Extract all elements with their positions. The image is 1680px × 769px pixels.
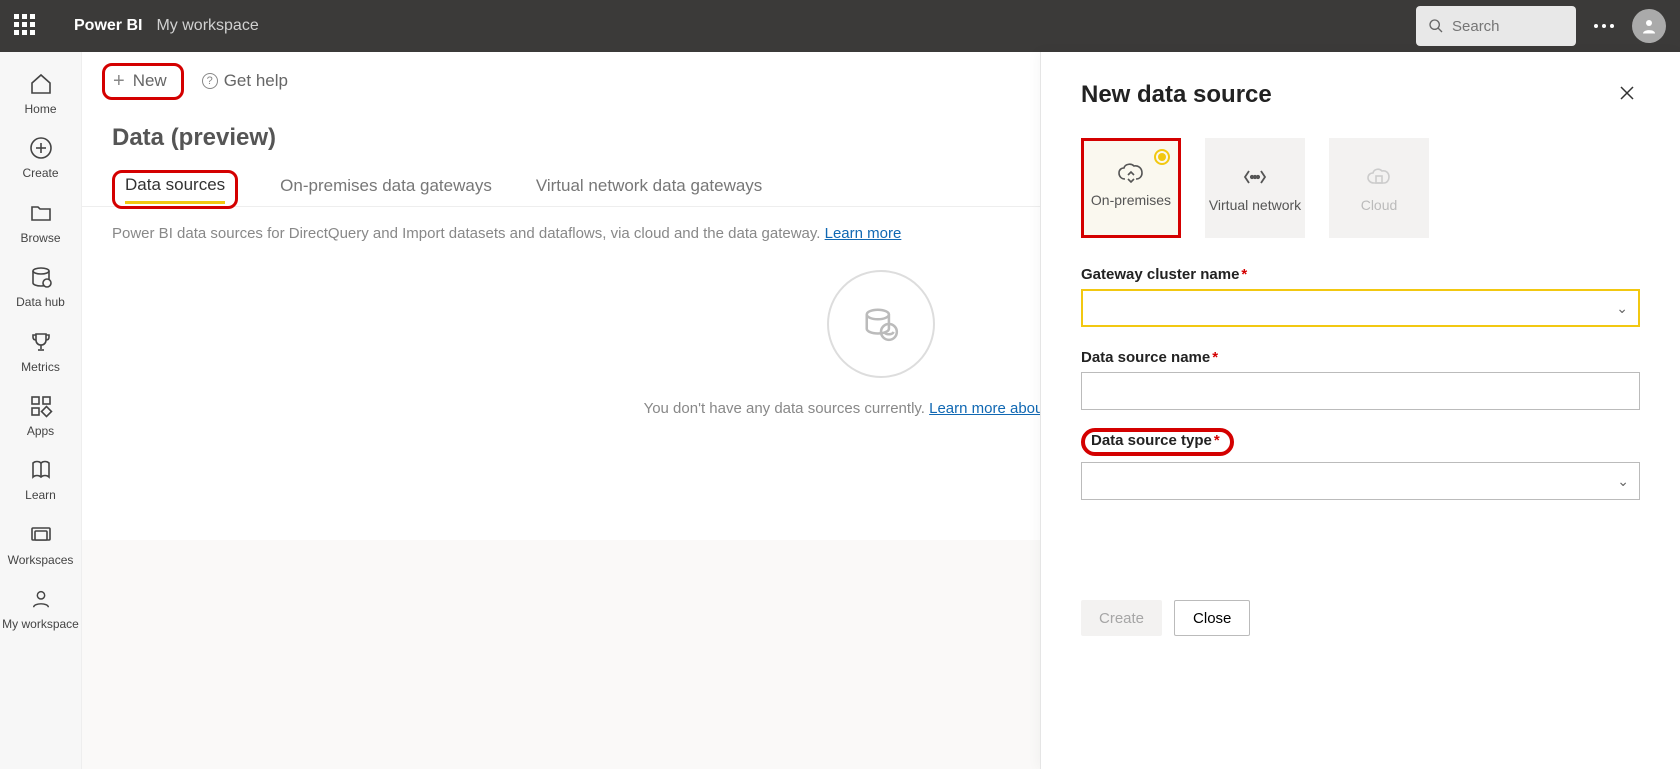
required-indicator: * (1241, 266, 1247, 283)
nav-label: Browse (20, 231, 60, 245)
cloud-icon (1366, 167, 1392, 187)
app-launcher-icon[interactable] (14, 14, 38, 38)
nav-label: My workspace (2, 617, 79, 631)
more-button[interactable] (1594, 24, 1614, 28)
gateway-cluster-select[interactable]: ⌄ (1081, 289, 1640, 327)
tab-virtual-network-gateways[interactable]: Virtual network data gateways (534, 170, 764, 206)
help-label: Get help (224, 71, 288, 91)
nav-metrics[interactable]: Metrics (0, 320, 82, 384)
nav-label: Home (24, 102, 56, 116)
nav-label: Learn (25, 488, 56, 502)
required-indicator: * (1212, 349, 1218, 366)
source-option-label: Cloud (1361, 197, 1398, 214)
tab-data-sources[interactable]: Data sources (112, 170, 238, 209)
nav-workspaces[interactable]: Workspaces (0, 513, 82, 577)
field-label: Data source name (1081, 349, 1210, 366)
nav-learn[interactable]: Learn (0, 448, 82, 512)
app-title: Power BI (74, 17, 142, 35)
top-header: Power BI My workspace (0, 0, 1680, 52)
source-option-label: Virtual network (1209, 197, 1301, 214)
source-option-virtual-network[interactable]: Virtual network (1205, 138, 1305, 238)
panel-title: New data source (1081, 81, 1272, 109)
source-option-cloud: Cloud (1329, 138, 1429, 238)
new-button[interactable]: + New (102, 63, 184, 100)
data-source-name-input[interactable] (1081, 372, 1640, 410)
get-help-button[interactable]: ? Get help (202, 71, 288, 91)
apps-icon (29, 394, 53, 418)
source-option-on-premises[interactable]: On-premises (1081, 138, 1181, 238)
required-indicator: * (1214, 432, 1220, 449)
search-input[interactable] (1452, 18, 1547, 35)
field-label: Data source type (1091, 432, 1212, 449)
gateway-cluster-field: Gateway cluster name* ⌄ (1081, 266, 1640, 327)
nav-label: Metrics (21, 360, 60, 374)
trophy-icon (29, 330, 53, 354)
nav-label: Workspaces (8, 553, 74, 567)
folder-icon (29, 201, 53, 225)
database-icon (862, 305, 900, 343)
home-icon (29, 72, 53, 96)
nav-browse[interactable]: Browse (0, 191, 82, 255)
new-button-label: New (133, 71, 167, 91)
nav-label: Apps (27, 424, 54, 438)
person-icon (30, 588, 52, 610)
cloud-sync-icon (1116, 161, 1146, 183)
nav-create[interactable]: Create (0, 126, 82, 190)
radio-selected-icon (1154, 149, 1170, 165)
data-source-type-field: Data source type* ⌄ (1081, 420, 1640, 500)
chevron-down-icon: ⌄ (1616, 300, 1628, 317)
person-icon (1640, 17, 1658, 35)
create-button: Create (1081, 600, 1162, 636)
nav-label: Create (22, 166, 58, 180)
nav-label: Data hub (16, 295, 65, 309)
search-box[interactable] (1416, 6, 1576, 46)
source-type-options: On-premises Virtual network Cloud (1081, 138, 1640, 238)
help-icon: ? (202, 73, 218, 89)
workspaces-icon (29, 523, 53, 547)
data-source-type-select[interactable]: ⌄ (1081, 462, 1640, 500)
panel-actions: Create Close (1081, 600, 1640, 636)
left-nav: Home Create Browse Data hub Metrics Apps… (0, 52, 82, 769)
source-option-label: On-premises (1091, 192, 1171, 209)
data-source-name-field: Data source name* (1081, 349, 1640, 410)
nav-home[interactable]: Home (0, 62, 82, 126)
plus-circle-icon (29, 136, 53, 160)
new-data-source-panel: New data source On-premises Virtual netw… (1040, 52, 1680, 769)
close-icon (1618, 84, 1636, 102)
tab-on-premises-gateways[interactable]: On-premises data gateways (278, 170, 494, 206)
empty-state-icon (827, 270, 935, 378)
field-label: Gateway cluster name (1081, 266, 1239, 283)
close-panel-button[interactable]: Close (1174, 600, 1250, 636)
network-icon (1243, 169, 1267, 185)
database-icon (29, 265, 53, 289)
plus-icon: + (113, 70, 125, 93)
avatar[interactable] (1632, 9, 1666, 43)
learn-more-link[interactable]: Learn more (825, 225, 902, 242)
search-icon (1428, 18, 1444, 34)
breadcrumb-workspace[interactable]: My workspace (156, 17, 258, 35)
nav-apps[interactable]: Apps (0, 384, 82, 448)
chevron-down-icon: ⌄ (1617, 473, 1629, 490)
book-icon (29, 458, 53, 482)
nav-my-workspace[interactable]: My workspace (0, 577, 82, 641)
nav-data-hub[interactable]: Data hub (0, 255, 82, 319)
close-button[interactable] (1614, 78, 1640, 112)
